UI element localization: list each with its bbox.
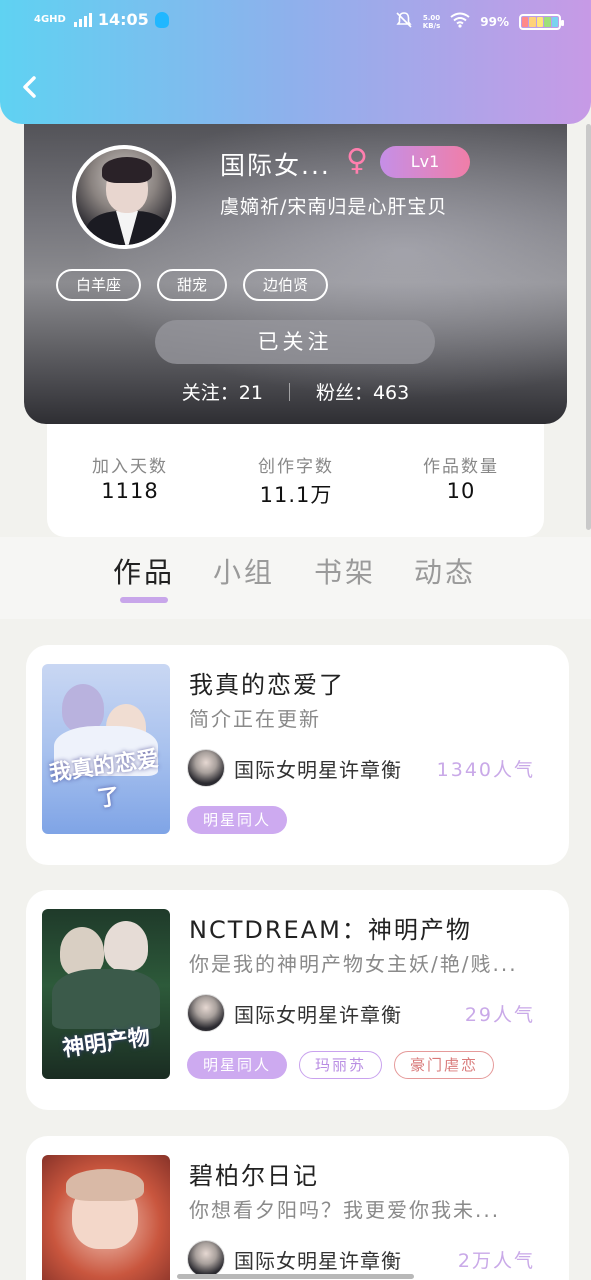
active-tab-indicator <box>120 597 168 603</box>
book-intro: 简介正在更新 <box>189 707 321 731</box>
author-name: 国际女明星许章衡 <box>234 1003 402 1027</box>
status-left: 4GHD 14:05 <box>34 10 169 29</box>
chevron-left-icon <box>23 76 36 98</box>
follow-button[interactable]: 已关注 <box>155 320 435 364</box>
tab-works[interactable]: 作品 <box>113 551 175 591</box>
book-title: 碧柏尔日记 <box>189 1162 319 1190</box>
network-type: 4GHD <box>34 14 66 25</box>
status-right: 5.00 KB/s 99% <box>395 11 564 33</box>
cover-figure <box>62 684 104 732</box>
book-tags: 明星同人 <box>187 806 288 834</box>
profile-tags: 白羊座 甜宠 边伯贤 <box>56 269 329 301</box>
profile-tag[interactable]: 甜宠 <box>157 269 228 301</box>
home-indicator[interactable] <box>177 1274 414 1279</box>
book-tag[interactable]: 明星同人 <box>187 1051 288 1079</box>
stat-value: 11.1万 <box>259 483 333 507</box>
stat-label: 作品数量 <box>423 457 499 477</box>
fans-count[interactable]: 粉丝：463 <box>316 378 409 405</box>
popularity: 1340人气 <box>436 759 535 781</box>
tab-groups[interactable]: 小组 <box>213 551 275 591</box>
clock: 14:05 <box>97 10 149 29</box>
profile-card: 国际女... ♀ Lv1 虞嫡祈/宋南归是心肝宝贝 白羊座 甜宠 边伯贤 已关注… <box>24 110 567 424</box>
follow-counts: 关注：21 粉丝：463 <box>24 378 567 405</box>
cover-figure <box>104 921 148 971</box>
wifi-icon <box>450 12 470 32</box>
profile-tag[interactable]: 白羊座 <box>56 269 142 301</box>
level-badge: Lv1 <box>380 146 470 178</box>
profile-tag[interactable]: 边伯贤 <box>243 269 329 301</box>
status-bar: 4GHD 14:05 5.00 KB/s 99% <box>0 0 591 44</box>
net-speed: 5.00 KB/s <box>423 14 440 30</box>
book-cover[interactable] <box>42 1155 170 1280</box>
avatar[interactable] <box>72 145 176 249</box>
book-intro: 你是我的神明产物女主妖/艳/贱... <box>189 952 518 976</box>
cover-figure <box>66 1169 144 1201</box>
author-row: 国际女明星许章衡 29人气 <box>187 994 547 1034</box>
book-tags: 明星同人 玛丽苏 豪门虐恋 <box>187 1051 495 1079</box>
author-avatar <box>187 749 225 787</box>
author-avatar <box>187 994 225 1032</box>
net-speed-value: 5.00 <box>422 14 441 22</box>
book-card[interactable]: 碧柏尔日记 你想看夕阳吗？我更爱你我未... 国际女明星许章衡 2万人气 <box>26 1136 569 1280</box>
stat-label: 加入天数 <box>92 457 168 477</box>
book-cover[interactable]: 我真的恋爱了 <box>42 664 170 834</box>
book-tag[interactable]: 豪门虐恋 <box>394 1051 495 1079</box>
battery-percent: 99% <box>480 15 509 29</box>
book-title: 我真的恋爱了 <box>189 671 345 699</box>
profile-nickname: 国际女... <box>220 151 331 180</box>
stat-value: 1118 <box>101 479 159 503</box>
mute-icon <box>395 11 413 33</box>
popularity: 29人气 <box>464 1004 535 1026</box>
female-icon: ♀ <box>346 143 368 178</box>
book-intro: 你想看夕阳吗？我更爱你我未... <box>189 1198 501 1222</box>
avatar-hair <box>102 157 152 183</box>
author-name: 国际女明星许章衡 <box>234 758 402 782</box>
signal-icon <box>73 12 92 27</box>
book-card[interactable]: 我真的恋爱了 我真的恋爱了 简介正在更新 国际女明星许章衡 1340人气 明星同… <box>26 645 569 865</box>
profile-signature: 虞嫡祈/宋南归是心肝宝贝 <box>220 196 448 218</box>
scrollbar[interactable] <box>586 124 591 530</box>
author-avatar <box>187 1240 225 1278</box>
tab-bar: 作品 小组 书架 动态 <box>0 537 591 619</box>
qq-notification-icon <box>154 11 169 28</box>
net-speed-unit: KB/s <box>422 22 441 30</box>
stat-join-days: 加入天数 1118 <box>47 452 213 503</box>
stat-value: 10 <box>446 479 476 503</box>
back-button[interactable] <box>18 72 46 106</box>
stat-label: 创作字数 <box>258 457 334 477</box>
battery-icon <box>519 14 564 30</box>
book-tag[interactable]: 明星同人 <box>187 806 288 834</box>
stat-word-count: 创作字数 11.1万 <box>213 452 379 509</box>
author-name: 国际女明星许章衡 <box>234 1249 402 1273</box>
following-count[interactable]: 关注：21 <box>182 378 263 405</box>
tab-bookshelf[interactable]: 书架 <box>314 551 376 591</box>
book-title: NCTDREAM：神明产物 <box>189 916 472 944</box>
tab-activity[interactable]: 动态 <box>414 551 476 591</box>
author-row: 国际女明星许章衡 1340人气 <box>187 749 547 789</box>
counts-divider <box>288 382 290 401</box>
book-cover[interactable]: 神明产物 <box>42 909 170 1079</box>
book-tag[interactable]: 玛丽苏 <box>299 1051 383 1079</box>
stat-works-count: 作品数量 10 <box>378 452 544 503</box>
popularity: 2万人气 <box>457 1250 535 1272</box>
book-card[interactable]: 神明产物 NCTDREAM：神明产物 你是我的神明产物女主妖/艳/贱... 国际… <box>26 890 569 1110</box>
